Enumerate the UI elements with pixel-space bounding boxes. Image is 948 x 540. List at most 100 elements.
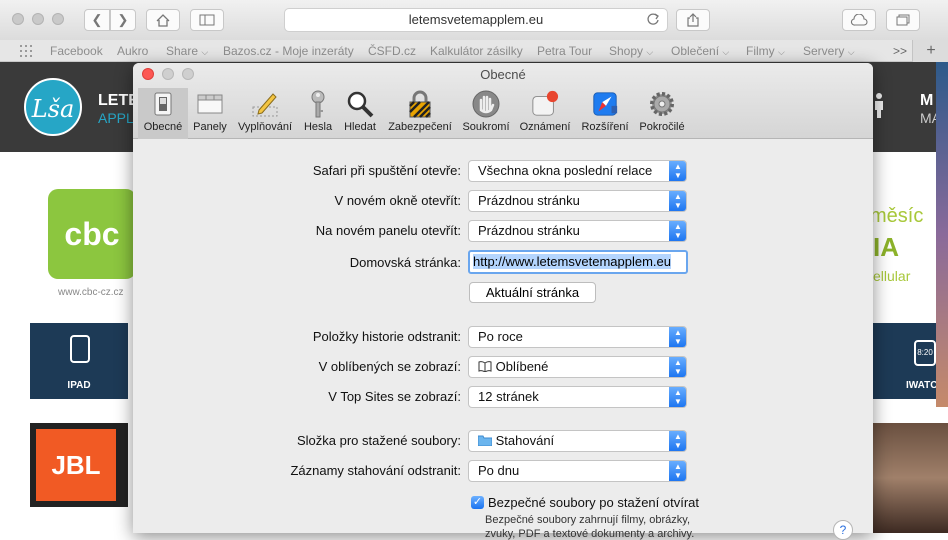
favorite-servery-folder[interactable]: Servery ⌵ [803, 44, 855, 58]
homepage-input[interactable]: http://www.letemsvetemapplem.eu [468, 250, 688, 274]
updown-arrows-icon: ▲ ▼ [669, 161, 686, 181]
favorite-facebook[interactable]: Facebook [50, 44, 103, 58]
tabs-overview-icon [896, 14, 910, 26]
tab-advanced[interactable]: Pokročilé [636, 88, 688, 139]
promo-text-3: ellular [873, 268, 911, 284]
chevron-down-icon: ⌵ [646, 47, 654, 57]
open-safe-files-label[interactable]: Bezpečné soubory po stažení otvírat [488, 495, 699, 510]
new-tab-label: Na novém panelu otevřít: [315, 223, 461, 238]
window-minimize-button[interactable] [32, 13, 44, 25]
favorite-share-folder[interactable]: Share ⌵ [166, 44, 208, 58]
favorite-obleceni-folder[interactable]: Oblečení ⌵ [671, 44, 729, 58]
icloud-tabs-button[interactable] [842, 9, 876, 31]
new-tab-select[interactable]: Prázdnou stránku ▲ ▼ [468, 220, 687, 242]
favorite-kalkulator[interactable]: Kalkulátor zásilky [430, 44, 523, 58]
chevron-right-icon: ❯ [117, 12, 129, 27]
favorites-label: V oblíbených se zobrazí: [318, 359, 461, 374]
chevron-left-icon: ❮ [91, 12, 103, 27]
share-button[interactable] [676, 9, 710, 31]
tab-security[interactable]: Zabezpečení [384, 88, 456, 139]
product-photo[interactable] [872, 423, 948, 533]
general-switch-icon [154, 92, 172, 116]
history-select[interactable]: Po roce ▲ ▼ [468, 326, 687, 348]
reload-button[interactable] [646, 12, 660, 31]
favorite-shopy-folder[interactable]: Shopy ⌵ [609, 44, 653, 58]
safe-files-description-2: zvuky, PDF a textové dokumenty a archivy… [485, 528, 695, 540]
reload-icon [647, 13, 659, 25]
ipad-label: IPAD [67, 380, 91, 391]
help-button[interactable]: ? [833, 520, 853, 540]
favorite-filmy-folder[interactable]: Filmy ⌵ [746, 44, 785, 58]
tab-autofill[interactable]: Vyplňování [234, 88, 296, 139]
new-tab-button[interactable]: + [912, 40, 948, 62]
iwatch-label: IWATC [906, 380, 938, 391]
safe-files-description-1: Bezpečné soubory zahrnují filmy, obrázky… [485, 514, 691, 526]
show-all-tabs-button[interactable] [886, 9, 920, 31]
homepage-label: Domovská stránka: [349, 255, 461, 270]
cbc-caption[interactable]: www.cbc-cz.cz [58, 287, 124, 298]
favorite-bazos[interactable]: Bazos.cz - Moje inzeráty [223, 44, 354, 58]
site-right-text-1: M [920, 92, 934, 109]
updown-arrows-icon: ▲ ▼ [669, 461, 686, 481]
ipad-icon [70, 335, 90, 363]
key-icon [311, 90, 325, 118]
home-button[interactable] [146, 9, 180, 31]
checkmark-icon: ✓ [472, 496, 483, 508]
favorites-overflow-button[interactable]: >> [893, 44, 907, 58]
set-current-page-button[interactable]: Aktuální stránka [469, 282, 596, 303]
window-close-button[interactable] [12, 13, 24, 25]
tab-search[interactable]: Hledat [338, 88, 382, 139]
jbl-logo: JBL [36, 429, 116, 501]
pencil-icon [252, 93, 278, 117]
tab-passwords[interactable]: Hesla [298, 88, 338, 139]
open-safe-files-checkbox[interactable]: ✓ [471, 496, 484, 509]
top-sites-select[interactable]: 12 stránek ▲ ▼ [468, 386, 687, 408]
tab-privacy[interactable]: Soukromí [460, 88, 512, 139]
updown-arrows-icon: ▲ ▼ [669, 387, 686, 407]
chevron-down-icon: ⌵ [847, 47, 855, 57]
sidebar-button[interactable] [190, 9, 224, 31]
downloads-remove-label: Záznamy stahování odstranit: [290, 463, 461, 478]
startup-select[interactable]: Všechna okna poslední relace ▲ ▼ [468, 160, 687, 182]
cloud-icon [850, 14, 868, 26]
downloads-folder-select[interactable]: Stahování ▲ ▼ [468, 430, 687, 452]
chevron-down-icon: ⌵ [201, 47, 209, 57]
favorites-select[interactable]: Oblíbené ▲ ▼ [468, 356, 687, 378]
promo-text-1: měsíc [870, 205, 924, 227]
magnifier-icon [347, 91, 374, 118]
home-icon [156, 13, 170, 27]
favorite-csfd[interactable]: ČSFD.cz [368, 44, 416, 58]
address-text: letemsvetemapplem.eu [408, 12, 544, 27]
padlock-icon [409, 90, 431, 118]
address-bar[interactable]: letemsvetemapplem.eu [284, 8, 668, 32]
preferences-title: Obecné [480, 67, 526, 82]
promo-text-2: IA [873, 232, 899, 262]
tab-notifications[interactable]: Oznámení [516, 88, 574, 139]
top-sites-grid-button[interactable] [20, 44, 34, 62]
new-window-select[interactable]: Prázdnou stránku ▲ ▼ [468, 190, 687, 212]
book-icon [478, 361, 492, 373]
tab-extensions[interactable]: Rozšíření [576, 88, 634, 139]
updown-arrows-icon: ▲ ▼ [669, 431, 686, 451]
downloads-remove-select[interactable]: Po dnu ▲ ▼ [468, 460, 687, 482]
favorite-petra-tour[interactable]: Petra Tour [537, 44, 592, 58]
gear-icon [650, 92, 674, 116]
jbl-tile[interactable]: JBL [30, 423, 128, 507]
sidebar-icon [199, 14, 215, 26]
hand-icon [472, 90, 500, 118]
history-label: Položky historie odstranit: [312, 329, 461, 344]
back-button[interactable]: ❮ [84, 9, 110, 31]
tab-general[interactable]: Obecné [138, 88, 188, 139]
forward-button[interactable]: ❯ [110, 9, 136, 31]
site-logo[interactable]: Lša [24, 78, 82, 136]
cbc-banner[interactable]: cbc [48, 189, 136, 279]
startup-label: Safari při spuštění otevře: [312, 163, 461, 178]
favorite-aukro[interactable]: Aukro [117, 44, 148, 58]
new-window-label: V novém okně otevřít: [334, 193, 461, 208]
top-sites-label: V Top Sites se zobrazí: [328, 389, 461, 404]
updown-arrows-icon: ▲ ▼ [669, 327, 686, 347]
tab-tabs[interactable]: Panely [188, 88, 232, 139]
downloads-folder-label: Složka pro stažené soubory: [296, 433, 461, 448]
window-zoom-button[interactable] [52, 13, 64, 25]
ipad-tile[interactable]: IPAD [30, 323, 128, 399]
